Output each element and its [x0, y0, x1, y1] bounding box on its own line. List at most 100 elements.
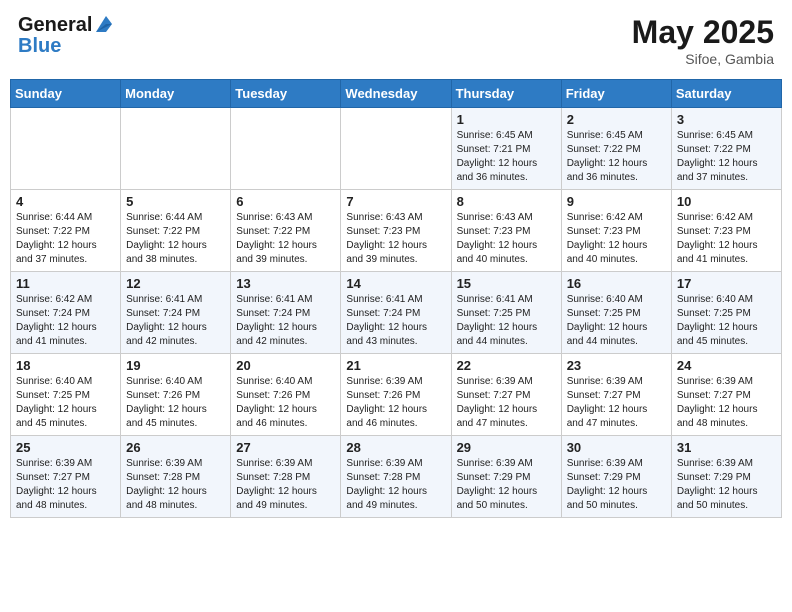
header-thursday: Thursday	[451, 80, 561, 108]
day-number: 28	[346, 440, 445, 455]
day-info: Sunrise: 6:39 AM Sunset: 7:27 PM Dayligh…	[16, 457, 115, 513]
calendar-cell	[341, 108, 451, 190]
day-number: 22	[457, 358, 556, 373]
day-info: Sunrise: 6:41 AM Sunset: 7:25 PM Dayligh…	[457, 293, 556, 349]
calendar-week-4: 18 Sunrise: 6:40 AM Sunset: 7:25 PM Dayli…	[11, 354, 782, 436]
calendar-cell: 26Sunrise: 6:39 AM Sunset: 7:28 PM Dayli…	[121, 436, 231, 518]
calendar-cell: 21Sunrise: 6:39 AM Sunset: 7:26 PM Dayli…	[341, 354, 451, 436]
calendar-cell: 9 Sunrise: 6:42 AM Sunset: 7:23 PM Daylig…	[561, 190, 671, 272]
day-number: 4	[16, 194, 115, 209]
calendar-cell	[11, 108, 121, 190]
calendar-cell: 13 Sunrise: 6:41 AM Sunset: 7:24 PM Dayli…	[231, 272, 341, 354]
day-number: 18	[16, 358, 115, 373]
day-number: 20	[236, 358, 335, 373]
day-info: Sunrise: 6:41 AM Sunset: 7:24 PM Dayligh…	[236, 293, 335, 349]
day-number: 8	[457, 194, 556, 209]
day-number: 16	[567, 276, 666, 291]
day-info: Sunrise: 6:41 AM Sunset: 7:24 PM Dayligh…	[346, 293, 445, 349]
logo-general: General	[18, 15, 92, 35]
calendar-cell: 27Sunrise: 6:39 AM Sunset: 7:28 PM Dayli…	[231, 436, 341, 518]
calendar-header-row: SundayMondayTuesdayWednesdayThursdayFrid…	[11, 80, 782, 108]
calendar-cell: 11 Sunrise: 6:42 AM Sunset: 7:24 PM Dayli…	[11, 272, 121, 354]
header-tuesday: Tuesday	[231, 80, 341, 108]
day-info: Sunrise: 6:41 AM Sunset: 7:24 PM Dayligh…	[126, 293, 225, 349]
day-number: 2	[567, 112, 666, 127]
day-info: Sunrise: 6:39 AM Sunset: 7:29 PM Dayligh…	[677, 457, 776, 513]
day-info: Sunrise: 6:40 AM Sunset: 7:26 PM Dayligh…	[126, 375, 225, 431]
calendar-table: SundayMondayTuesdayWednesdayThursdayFrid…	[10, 79, 782, 518]
calendar-week-5: 25 Sunrise: 6:39 AM Sunset: 7:27 PM Dayli…	[11, 436, 782, 518]
location: Sifoe, Gambia	[632, 51, 774, 67]
calendar-cell: 10 Sunrise: 6:42 AM Sunset: 7:23 PM Dayli…	[671, 190, 781, 272]
page-header: General Blue May 2025 Sifoe, Gambia	[10, 10, 782, 71]
day-info: Sunrise: 6:40 AM Sunset: 7:26 PM Dayligh…	[236, 375, 335, 431]
calendar-cell	[121, 108, 231, 190]
day-number: 24	[677, 358, 776, 373]
day-info: Sunrise: 6:40 AM Sunset: 7:25 PM Dayligh…	[16, 375, 115, 431]
logo: General Blue	[18, 14, 114, 56]
calendar-cell: 30 Sunrise: 6:39 AM Sunset: 7:29 PM Dayli…	[561, 436, 671, 518]
calendar-cell: 14 Sunrise: 6:41 AM Sunset: 7:24 PM Dayli…	[341, 272, 451, 354]
calendar-cell: 15 Sunrise: 6:41 AM Sunset: 7:25 PM Dayli…	[451, 272, 561, 354]
day-number: 11	[16, 276, 115, 291]
day-info: Sunrise: 6:39 AM Sunset: 7:29 PM Dayligh…	[457, 457, 556, 513]
day-info: Sunrise: 6:39 AM Sunset: 7:27 PM Dayligh…	[457, 375, 556, 431]
day-info: Sunrise: 6:39 AM Sunset: 7:27 PM Dayligh…	[677, 375, 776, 431]
day-number: 19	[126, 358, 225, 373]
day-number: 12	[126, 276, 225, 291]
day-number: 10	[677, 194, 776, 209]
day-info: Sunrise: 6:43 AM Sunset: 7:22 PM Dayligh…	[236, 211, 335, 267]
calendar-cell: 16 Sunrise: 6:40 AM Sunset: 7:25 PM Dayli…	[561, 272, 671, 354]
calendar-cell: 5 Sunrise: 6:44 AM Sunset: 7:22 PM Daylig…	[121, 190, 231, 272]
day-info: Sunrise: 6:39 AM Sunset: 7:28 PM Dayligh…	[346, 457, 445, 513]
day-info: Sunrise: 6:40 AM Sunset: 7:25 PM Dayligh…	[677, 293, 776, 349]
day-info: Sunrise: 6:45 AM Sunset: 7:21 PM Dayligh…	[457, 129, 556, 185]
calendar-cell: 22 Sunrise: 6:39 AM Sunset: 7:27 PM Dayli…	[451, 354, 561, 436]
calendar-cell: 28 Sunrise: 6:39 AM Sunset: 7:28 PM Dayli…	[341, 436, 451, 518]
day-info: Sunrise: 6:40 AM Sunset: 7:25 PM Dayligh…	[567, 293, 666, 349]
day-number: 7	[346, 194, 445, 209]
header-wednesday: Wednesday	[341, 80, 451, 108]
day-info: Sunrise: 6:42 AM Sunset: 7:23 PM Dayligh…	[567, 211, 666, 267]
calendar-cell: 20 Sunrise: 6:40 AM Sunset: 7:26 PM Dayli…	[231, 354, 341, 436]
day-info: Sunrise: 6:42 AM Sunset: 7:23 PM Dayligh…	[677, 211, 776, 267]
header-saturday: Saturday	[671, 80, 781, 108]
calendar-cell: 31 Sunrise: 6:39 AM Sunset: 7:29 PM Dayli…	[671, 436, 781, 518]
calendar-cell: 7Sunrise: 6:43 AM Sunset: 7:23 PM Daylig…	[341, 190, 451, 272]
day-number: 5	[126, 194, 225, 209]
day-info: Sunrise: 6:44 AM Sunset: 7:22 PM Dayligh…	[16, 211, 115, 267]
day-number: 30	[567, 440, 666, 455]
day-number: 15	[457, 276, 556, 291]
day-number: 31	[677, 440, 776, 455]
calendar-cell: 23Sunrise: 6:39 AM Sunset: 7:27 PM Dayli…	[561, 354, 671, 436]
calendar-cell: 4 Sunrise: 6:44 AM Sunset: 7:22 PM Daylig…	[11, 190, 121, 272]
day-info: Sunrise: 6:42 AM Sunset: 7:24 PM Dayligh…	[16, 293, 115, 349]
calendar-week-1: 1 Sunrise: 6:45 AM Sunset: 7:21 PM Daylig…	[11, 108, 782, 190]
calendar-week-2: 4 Sunrise: 6:44 AM Sunset: 7:22 PM Daylig…	[11, 190, 782, 272]
day-info: Sunrise: 6:43 AM Sunset: 7:23 PM Dayligh…	[457, 211, 556, 267]
day-number: 27	[236, 440, 335, 455]
calendar-cell: 2 Sunrise: 6:45 AM Sunset: 7:22 PM Daylig…	[561, 108, 671, 190]
calendar-cell: 19 Sunrise: 6:40 AM Sunset: 7:26 PM Dayli…	[121, 354, 231, 436]
calendar-cell: 18 Sunrise: 6:40 AM Sunset: 7:25 PM Dayli…	[11, 354, 121, 436]
day-number: 26	[126, 440, 225, 455]
header-monday: Monday	[121, 80, 231, 108]
title-block: May 2025 Sifoe, Gambia	[632, 14, 774, 67]
day-number: 9	[567, 194, 666, 209]
day-number: 25	[16, 440, 115, 455]
day-number: 17	[677, 276, 776, 291]
day-number: 29	[457, 440, 556, 455]
calendar-cell: 17 Sunrise: 6:40 AM Sunset: 7:25 PM Dayli…	[671, 272, 781, 354]
day-info: Sunrise: 6:45 AM Sunset: 7:22 PM Dayligh…	[677, 129, 776, 185]
calendar-cell: 25 Sunrise: 6:39 AM Sunset: 7:27 PM Dayli…	[11, 436, 121, 518]
month-title: May 2025	[632, 14, 774, 51]
day-number: 6	[236, 194, 335, 209]
day-info: Sunrise: 6:45 AM Sunset: 7:22 PM Dayligh…	[567, 129, 666, 185]
calendar-cell: 29 Sunrise: 6:39 AM Sunset: 7:29 PM Dayli…	[451, 436, 561, 518]
day-number: 13	[236, 276, 335, 291]
day-number: 1	[457, 112, 556, 127]
calendar-cell	[231, 108, 341, 190]
day-number: 14	[346, 276, 445, 291]
day-info: Sunrise: 6:39 AM Sunset: 7:29 PM Dayligh…	[567, 457, 666, 513]
day-info: Sunrise: 6:44 AM Sunset: 7:22 PM Dayligh…	[126, 211, 225, 267]
